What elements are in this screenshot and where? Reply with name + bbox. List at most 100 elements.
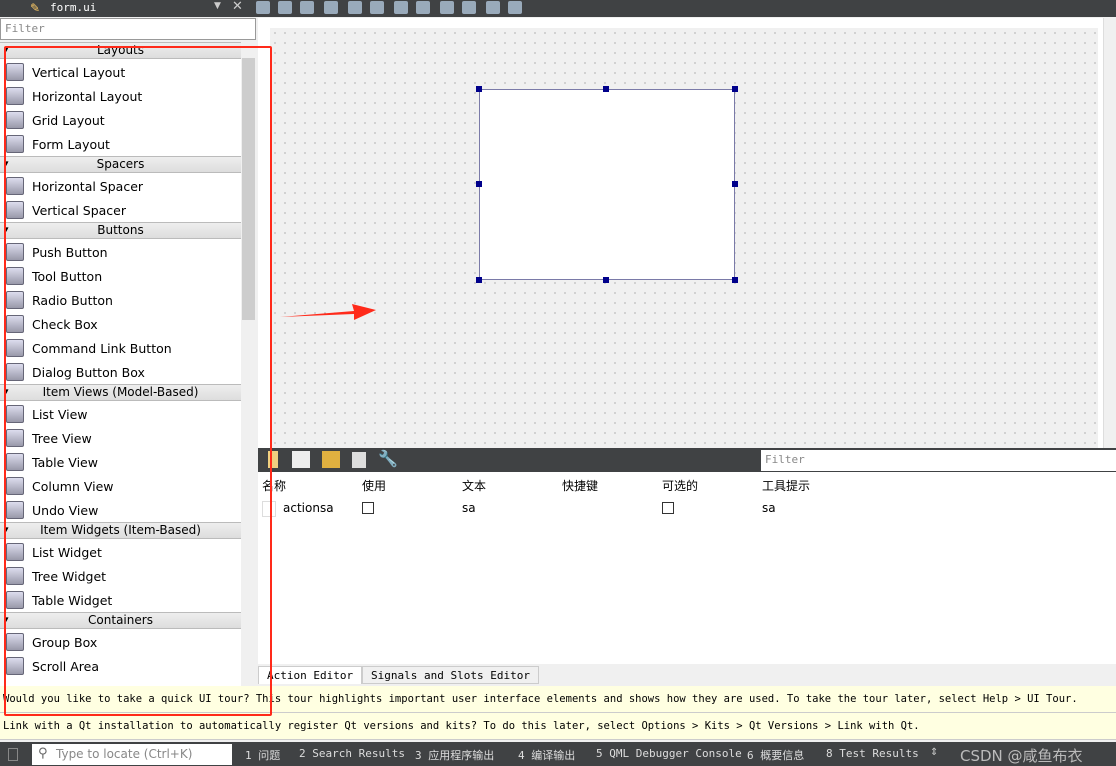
widget-item[interactable]: Table View	[0, 450, 241, 474]
watermark: CSDN @咸鱼布衣	[960, 747, 1083, 765]
checkable-checkbox[interactable]	[662, 502, 674, 514]
chevron-down-icon[interactable]: ▼	[214, 1, 221, 11]
document-name[interactable]: form.ui	[50, 0, 96, 15]
widget-filter-input[interactable]: Filter	[0, 18, 256, 40]
widget-label: Form Layout	[32, 136, 110, 152]
widget-icon	[6, 267, 24, 285]
category-header[interactable]: Buttons	[0, 222, 241, 239]
widget-item[interactable]: Horizontal Spacer	[0, 174, 241, 198]
action-text[interactable]: sa	[462, 501, 476, 515]
widget-item[interactable]: List View	[0, 402, 241, 426]
widget-item[interactable]: Vertical Spacer	[0, 198, 241, 222]
layout-tool-icon[interactable]	[278, 1, 292, 14]
widget-label: Tree Widget	[32, 568, 107, 584]
sidebar-toggle-icon[interactable]	[8, 748, 18, 761]
close-icon[interactable]: ✕	[232, 0, 243, 14]
layout-tool-icon[interactable]	[508, 1, 522, 14]
output-pane-button[interactable]: 2 Search Results	[299, 747, 405, 760]
output-pane-button[interactable]: 5 QML Debugger Console	[596, 747, 742, 760]
locate-input[interactable]: Type to locate (Ctrl+K)	[32, 744, 232, 765]
widget-icon	[6, 201, 24, 219]
layout-tool-icon[interactable]	[486, 1, 500, 14]
resize-handle[interactable]	[732, 277, 738, 283]
widget-item[interactable]: Scroll Area	[0, 654, 241, 678]
category-header[interactable]: Item Widgets (Item-Based)	[0, 522, 241, 539]
resize-handle[interactable]	[732, 86, 738, 92]
column-header[interactable]: 工具提示	[762, 477, 810, 494]
resize-handle[interactable]	[476, 86, 482, 92]
tab-signals-slots[interactable]: Signals and Slots Editor	[362, 666, 539, 684]
widget-icon	[6, 87, 24, 105]
widget-item[interactable]: Check Box	[0, 312, 241, 336]
output-pane-button[interactable]: 8 Test Results	[826, 747, 919, 760]
annotation-arrow	[280, 304, 376, 320]
category-header[interactable]: Item Views (Model-Based)	[0, 384, 241, 401]
column-header[interactable]: 快捷键	[562, 477, 598, 494]
widget-label: Vertical Spacer	[32, 202, 126, 218]
column-header[interactable]: 使用	[362, 477, 386, 494]
layout-tool-icon[interactable]	[462, 1, 476, 14]
output-pane-button[interactable]: 3 应用程序输出	[415, 747, 494, 763]
widget-item[interactable]: Table Widget	[0, 588, 241, 612]
widget-item[interactable]: Grid Layout	[0, 108, 241, 132]
column-header[interactable]: 可选的	[662, 477, 698, 494]
widget-item[interactable]: Radio Button	[0, 288, 241, 312]
delete-icon[interactable]	[352, 452, 366, 468]
widget-item[interactable]: Column View	[0, 474, 241, 498]
widget-item[interactable]: Vertical Layout	[0, 60, 241, 84]
widget-icon	[6, 633, 24, 651]
category-header[interactable]: Spacers	[0, 156, 241, 173]
category-header[interactable]: Containers	[0, 612, 241, 629]
tab-action-editor[interactable]: Action Editor	[258, 666, 363, 684]
widget-item[interactable]: Push Button	[0, 240, 241, 264]
more-panes-icon[interactable]: ⇕	[930, 747, 938, 758]
resize-handle[interactable]	[603, 277, 609, 283]
canvas-scrollbar[interactable]	[1103, 18, 1116, 448]
resize-handle[interactable]	[732, 181, 738, 187]
scrollbar-thumb[interactable]	[242, 58, 255, 320]
action-tooltip[interactable]: sa	[762, 501, 776, 515]
action-name[interactable]: actionsa	[283, 501, 334, 515]
layout-tool-icon[interactable]	[324, 1, 338, 14]
widget-item[interactable]: Tool Button	[0, 264, 241, 288]
output-pane-button[interactable]: 1 问题	[245, 747, 280, 763]
layout-tool-icon[interactable]	[440, 1, 454, 14]
widget-item[interactable]: Tree View	[0, 426, 241, 450]
action-icon	[262, 501, 276, 517]
resize-handle[interactable]	[476, 181, 482, 187]
widget-icon	[6, 63, 24, 81]
widget-item[interactable]: List Widget	[0, 540, 241, 564]
column-header[interactable]: 名称	[262, 477, 286, 494]
form-widget[interactable]	[479, 89, 735, 280]
widget-label: Grid Layout	[32, 112, 105, 128]
resize-handle[interactable]	[603, 86, 609, 92]
widget-item[interactable]: Undo View	[0, 498, 241, 522]
column-header[interactable]: 文本	[462, 477, 486, 494]
layout-tool-icon[interactable]	[256, 1, 270, 14]
widget-label: Undo View	[32, 502, 99, 518]
used-checkbox[interactable]	[362, 502, 374, 514]
layout-tool-icon[interactable]	[394, 1, 408, 14]
category-header[interactable]: Layouts	[0, 42, 241, 59]
widget-item[interactable]: Tree Widget	[0, 564, 241, 588]
widget-icon	[6, 453, 24, 471]
widget-icon	[6, 501, 24, 519]
action-filter-input[interactable]: Filter	[761, 450, 1116, 471]
widget-item[interactable]: Command Link Button	[0, 336, 241, 360]
new-action-icon[interactable]	[268, 451, 278, 468]
layout-tool-icon[interactable]	[416, 1, 430, 14]
layout-tool-icon[interactable]	[300, 1, 314, 14]
widget-label: Scroll Area	[32, 658, 100, 674]
resize-handle[interactable]	[476, 277, 482, 283]
output-pane-button[interactable]: 4 编译输出	[518, 747, 575, 763]
copy-icon[interactable]	[292, 451, 310, 468]
layout-tool-icon[interactable]	[348, 1, 362, 14]
widget-item[interactable]: Group Box	[0, 630, 241, 654]
output-pane-button[interactable]: 6 概要信息	[747, 747, 804, 763]
paste-icon[interactable]	[322, 451, 340, 468]
wrench-icon[interactable]: 🔧	[378, 449, 398, 468]
widget-item[interactable]: Dialog Button Box	[0, 360, 241, 384]
widget-item[interactable]: Form Layout	[0, 132, 241, 156]
widget-item[interactable]: Horizontal Layout	[0, 84, 241, 108]
layout-tool-icon[interactable]	[370, 1, 384, 14]
